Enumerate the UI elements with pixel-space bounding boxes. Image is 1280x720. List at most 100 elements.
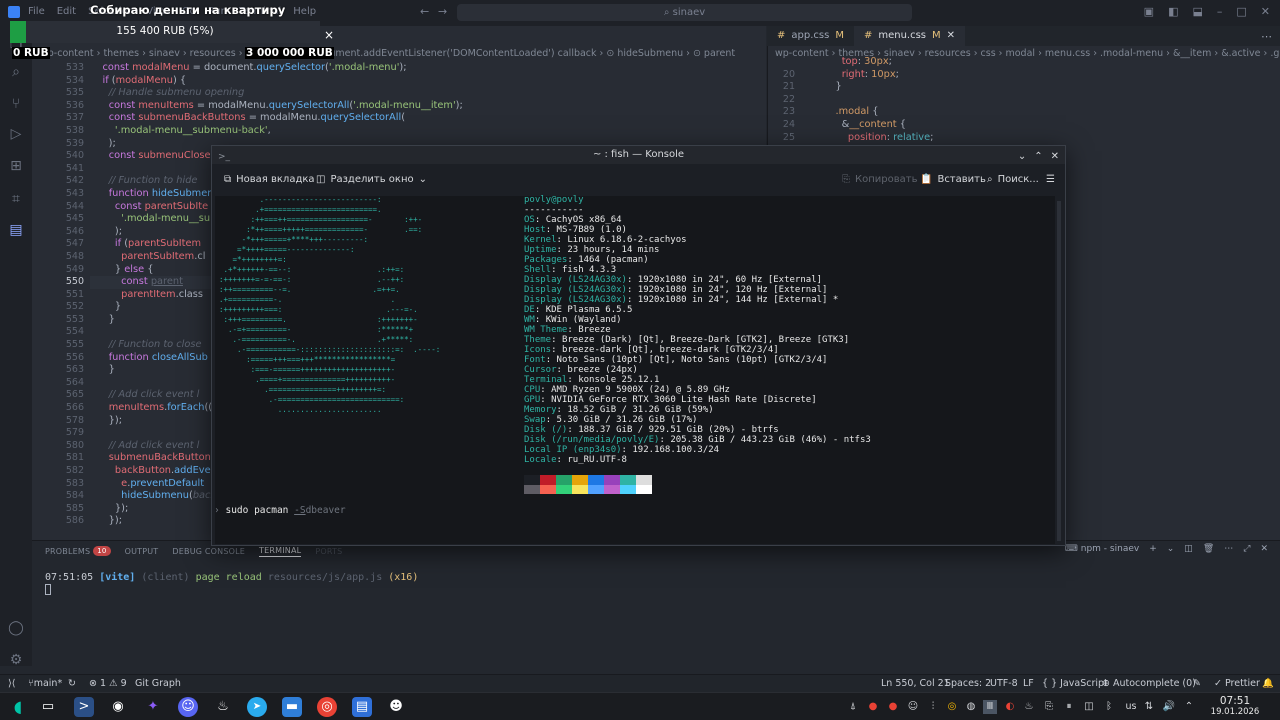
audio-mixer-icon[interactable]: ⫶	[926, 700, 940, 714]
chrome-icon[interactable]: ◎	[317, 697, 337, 717]
goal-close-icon[interactable]: ×	[324, 28, 334, 42]
chevron-down-icon[interactable]: ⌄	[1018, 148, 1026, 166]
maximize-panel-icon[interactable]: ⤢	[1243, 544, 1250, 554]
minimize-icon[interactable]: –	[1217, 5, 1223, 18]
tab-output[interactable]: OUTPUT	[125, 545, 159, 557]
git-graph-button[interactable]: Git Graph	[135, 678, 181, 689]
problems-indicator[interactable]: ⊗ 1 ⚠ 9	[89, 678, 127, 689]
close-icon[interactable]: ✕	[1051, 148, 1059, 166]
notifications-bell-icon[interactable]: 🔔	[1262, 678, 1274, 689]
konsole-titlebar[interactable]: >_ ~ : fish — Konsole ⌄ ⌃ ✕	[212, 146, 1065, 164]
source-control-icon[interactable]: ⑂	[8, 96, 24, 112]
obs-icon[interactable]: ◉	[108, 697, 128, 717]
drive-icon[interactable]: ◫	[1082, 700, 1096, 714]
telegram-icon[interactable]: ➤	[247, 697, 267, 717]
keyboard-layout[interactable]: us	[1122, 700, 1140, 714]
clipboard-icon[interactable]: ⎘	[1042, 700, 1056, 714]
terminal-instance-label[interactable]: ⌨ npm - sinaev	[1065, 544, 1139, 554]
split-terminal-icon[interactable]: ◫	[1184, 544, 1193, 554]
discord-icon[interactable]: ☺	[178, 697, 198, 717]
account-icon[interactable]: ◯	[8, 620, 24, 636]
text-editor-icon[interactable]: ▤	[352, 697, 372, 717]
layout-icon[interactable]: ▣	[1144, 5, 1154, 18]
info-row: Font: Noto Sans (10pt) [Qt], Noto Sans (…	[524, 355, 1054, 365]
remote-icon[interactable]: ⌗	[8, 191, 24, 207]
terminal-scrollbar[interactable]	[1057, 201, 1061, 541]
settings-gear-icon[interactable]: ⚙	[8, 652, 24, 668]
konsole-task-icon[interactable]: >	[74, 697, 94, 717]
tab-problems[interactable]: PROBLEMS 10	[45, 545, 111, 557]
cursor-position[interactable]: Ln 550, Col 21	[881, 678, 950, 689]
nav-back-icon[interactable]: ←	[420, 5, 429, 18]
split-view-button[interactable]: ◫ Разделить окно ⌄	[316, 174, 427, 185]
file-manager-icon[interactable]: ▬	[282, 697, 302, 717]
tab-menu-css[interactable]: # menu.css M ✕	[853, 26, 966, 46]
line-number: 546	[65, 225, 84, 237]
indentation[interactable]: Spaces: 2	[945, 678, 991, 689]
discord-tray-icon[interactable]: ☺	[906, 700, 920, 714]
tab-app-css[interactable]: # app.css M	[767, 26, 854, 46]
tab-terminal[interactable]: TERMINAL	[259, 545, 302, 557]
new-tab-button[interactable]: ⧉ Новая вкладка	[224, 174, 315, 185]
info-colon: :	[659, 435, 671, 445]
prettier-status[interactable]: ✓ Prettier	[1214, 678, 1260, 689]
tab-ports[interactable]: PORTS	[315, 545, 342, 557]
close-panel-icon[interactable]: ✕	[1260, 544, 1268, 554]
maximize-icon[interactable]: □	[1236, 5, 1246, 18]
hamburger-menu-icon[interactable]: ☰	[1046, 174, 1055, 185]
panel-toggle-icon[interactable]: ⬓	[1192, 5, 1202, 18]
clock[interactable]: 07:51 19.01.2026	[1200, 695, 1270, 717]
line-number: 542	[65, 175, 84, 187]
gamepad-icon[interactable]: ☻	[386, 697, 406, 717]
tab-close-icon[interactable]: ✕	[947, 26, 955, 46]
tray-expand-icon[interactable]: ⌃	[1182, 700, 1196, 714]
search-icon[interactable]: ⌕	[8, 64, 24, 80]
app-launcher-icon[interactable]: ◖	[8, 697, 28, 717]
more-actions-icon[interactable]: ⋯	[1224, 544, 1233, 554]
tray-app-icon[interactable]: ◍	[964, 700, 978, 714]
pen-icon[interactable]: ✎	[1193, 678, 1201, 689]
notification-icon[interactable]: ⍋	[846, 700, 860, 714]
remote-icon[interactable]: ⟩⟨	[8, 678, 15, 689]
record2-icon[interactable]: ●	[886, 700, 900, 714]
tray-bars-icon[interactable]: Ⅲ	[983, 700, 997, 714]
close-icon[interactable]: ✕	[1261, 5, 1270, 18]
new-terminal-icon[interactable]: +	[1149, 544, 1157, 554]
fox-app-icon[interactable]: ✦	[143, 697, 163, 717]
steam-tray-icon[interactable]: ♨	[1022, 700, 1036, 714]
autocomplete-status[interactable]: ⊕ Autocomplete (0)	[1102, 678, 1196, 689]
language-mode[interactable]: { } JavaScript	[1042, 678, 1108, 689]
steam-icon[interactable]: ♨	[213, 697, 233, 717]
database-icon[interactable]: ▤	[8, 222, 24, 238]
trash-icon[interactable]: 🗑	[1203, 544, 1214, 554]
eol[interactable]: LF	[1023, 678, 1034, 689]
separator: -----------	[524, 205, 1054, 215]
desktop-overview-icon[interactable]: ▭	[38, 697, 58, 717]
shell-prompt[interactable]: › sudo pacman -Sdbeaver	[214, 505, 346, 516]
sidebar-toggle-icon[interactable]: ◧	[1168, 5, 1178, 18]
copy-button[interactable]: ⎘ Копировать	[842, 174, 917, 185]
branch-indicator[interactable]: ⑂main*	[28, 678, 62, 689]
search-button[interactable]: ⌕ Поиск...	[987, 174, 1039, 185]
terminal-time: 07:51:05	[45, 572, 94, 583]
volume-icon[interactable]: 🔊	[1162, 700, 1176, 714]
command-center[interactable]: ⌕ sinaev	[457, 4, 912, 21]
record-icon[interactable]: ●	[866, 700, 880, 714]
info-colon: :	[545, 415, 557, 425]
sync-icon[interactable]: ↻	[68, 678, 76, 689]
chevron-down-icon[interactable]: ⌄	[1167, 544, 1175, 554]
chrome-tray-icon[interactable]: ◎	[945, 700, 959, 714]
network-icon[interactable]: ⇅	[1142, 700, 1156, 714]
tab-debug-console[interactable]: DEBUG CONSOLE	[172, 545, 245, 557]
chevron-up-icon[interactable]: ⌃	[1034, 148, 1042, 166]
tray-red-icon[interactable]: ◐	[1003, 700, 1017, 714]
extensions-icon[interactable]: ⊞	[8, 158, 24, 174]
encoding[interactable]: UTF-8	[990, 678, 1018, 689]
paste-button[interactable]: 📋 Вставить	[920, 174, 986, 185]
more-actions-icon[interactable]: ⋯	[1261, 30, 1272, 43]
bluetooth-icon[interactable]: ᛒ	[1102, 700, 1116, 714]
run-debug-icon[interactable]: ▷	[8, 126, 24, 142]
nav-forward-icon[interactable]: →	[438, 5, 447, 18]
code-area-right[interactable]: top: 30px; 20 right: 10px; 21 } 22 23 .m…	[767, 56, 1280, 144]
pause-icon[interactable]: ⏸	[1062, 700, 1076, 714]
